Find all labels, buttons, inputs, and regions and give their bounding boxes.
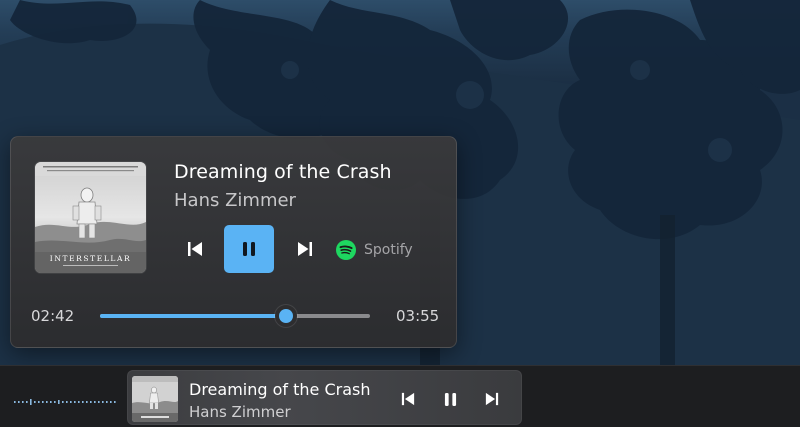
- visualizer-bar: [14, 401, 16, 403]
- spotify-icon: [336, 240, 356, 260]
- visualizer-bar: [78, 401, 80, 403]
- total-duration: 03:55: [396, 307, 440, 325]
- seek-bar-thumb[interactable]: [275, 305, 298, 327]
- visualizer-bar: [18, 401, 20, 403]
- visualizer-bar: [66, 401, 68, 403]
- visualizer-bar: [30, 399, 32, 405]
- visualizer-bar: [114, 401, 116, 403]
- mini-player-title: Dreaming of the Crash: [189, 380, 371, 399]
- album-art: INTERSTELLAR: [35, 162, 146, 273]
- mini-next-track-button[interactable]: [481, 388, 503, 410]
- elapsed-time: 02:42: [31, 307, 75, 325]
- visualizer-bar: [26, 401, 28, 403]
- desktop: INTERSTELLAR Dreaming of the Crash Hans …: [0, 0, 800, 427]
- next-track-button[interactable]: [291, 235, 319, 263]
- visualizer-bar: [46, 401, 48, 403]
- visualizer-bar: [90, 401, 92, 403]
- visualizer-bar: [86, 401, 88, 403]
- visualizer-bar: [110, 401, 112, 403]
- visualizer-bar: [74, 401, 76, 403]
- visualizer-bar: [70, 401, 72, 403]
- mini-player-album-art: [132, 376, 178, 422]
- visualizer-bar: [54, 401, 56, 403]
- visualizer-bar: [94, 401, 96, 403]
- track-artist: Hans Zimmer: [174, 190, 296, 211]
- previous-track-icon: [401, 392, 415, 406]
- visualizer-bar: [42, 401, 44, 403]
- next-track-icon: [485, 392, 499, 406]
- visualizer-bar: [34, 401, 36, 403]
- media-source[interactable]: Spotify: [336, 240, 413, 260]
- track-title: Dreaming of the Crash: [174, 161, 392, 183]
- visualizer-bar: [38, 401, 40, 403]
- visualizer-bar: [98, 401, 100, 403]
- media-source-label: Spotify: [364, 242, 413, 258]
- visualizer-bar: [62, 401, 64, 403]
- pause-icon: [444, 392, 456, 406]
- audio-visualizer: [14, 399, 116, 405]
- next-track-icon: [298, 242, 312, 256]
- media-flyout: INTERSTELLAR Dreaming of the Crash Hans …: [10, 136, 457, 348]
- pause-icon: [243, 242, 255, 256]
- previous-track-button[interactable]: [181, 235, 209, 263]
- visualizer-bar: [50, 401, 52, 403]
- taskbar: Dreaming of the Crash Hans Zimmer: [0, 365, 800, 427]
- visualizer-bar: [22, 401, 24, 403]
- visualizer-bar: [58, 400, 60, 404]
- previous-track-icon: [188, 242, 202, 256]
- mini-play-pause-button[interactable]: [439, 388, 461, 410]
- mini-previous-track-button[interactable]: [397, 388, 419, 410]
- taskbar-mini-player[interactable]: Dreaming of the Crash Hans Zimmer: [127, 370, 522, 425]
- visualizer-bar: [82, 401, 84, 403]
- seek-bar[interactable]: [100, 305, 370, 327]
- album-art-title: INTERSTELLAR: [50, 254, 132, 263]
- play-pause-button[interactable]: [224, 225, 274, 273]
- visualizer-bar: [102, 401, 104, 403]
- seek-bar-progress: [100, 314, 287, 318]
- visualizer-bar: [106, 401, 108, 403]
- mini-player-artist: Hans Zimmer: [189, 403, 291, 421]
